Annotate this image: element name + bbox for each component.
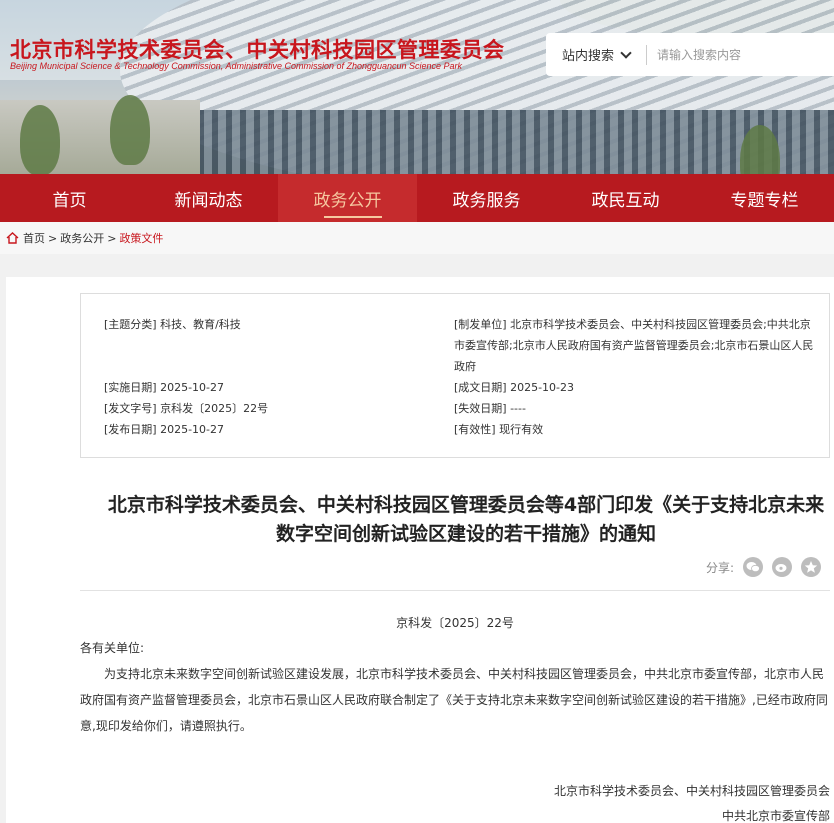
weibo-icon[interactable] (772, 557, 793, 577)
nav-item-home[interactable]: 首页 (0, 174, 139, 222)
wechat-icon[interactable] (743, 557, 764, 577)
site-subtitle: Beijing Municipal Science & Technology C… (10, 61, 463, 71)
home-icon (6, 232, 19, 244)
banner-building-facade (170, 110, 834, 174)
share-label: 分享: (706, 560, 735, 575)
meta-publish-date: [发布日期] 2025-10-27 (104, 423, 225, 436)
header-banner: 北京市科学技术委员会、中关村科技园区管理委员会 Beijing Municipa… (0, 0, 834, 174)
signatory-1: 北京市科学技术委员会、中关村科技园区管理委员会 (554, 784, 831, 798)
breadcrumb-separator: > (107, 231, 117, 245)
meta-effective-date: [实施日期] 2025-10-27 (104, 381, 225, 394)
meta-expiry-date: [失效日期] ---- (454, 402, 526, 415)
search-input[interactable] (647, 33, 834, 76)
main-content: [主题分类] 科技、教育/科技 [制发单位] 北京市科学技术委员会、中关村科技园… (6, 277, 834, 823)
body-paragraph: 为支持北京未来数字空间创新试验区建设发展，北京市科学技术委员会、中关村科技园区管… (80, 667, 828, 733)
nav-item-special-topics[interactable]: 专题专栏 (695, 174, 834, 222)
document-metadata: [主题分类] 科技、教育/科技 [制发单位] 北京市科学技术委员会、中关村科技园… (80, 293, 830, 458)
signatory-2: 中共北京市委宣传部 (722, 809, 831, 823)
nav-item-government-services[interactable]: 政务服务 (417, 174, 556, 222)
site-title[interactable]: 北京市科学技术委员会、中关村科技园区管理委员会 (10, 34, 505, 64)
nav-item-government-affairs[interactable]: 政务公开 (278, 174, 417, 222)
breadcrumb: 首页 > 政务公开 > 政策文件 (0, 222, 834, 254)
search-box: 站内搜索 (546, 33, 834, 76)
nav-item-public-interaction[interactable]: 政民互动 (556, 174, 695, 222)
breadcrumb-home[interactable]: 首页 (23, 230, 45, 246)
meta-subject-category: [主题分类] 科技、教育/科技 (104, 318, 241, 331)
main-nav: 首页 新闻动态 政务公开 政务服务 政民互动 专题专栏 (0, 174, 834, 222)
breadcrumb-policy-documents[interactable]: 政策文件 (119, 230, 163, 246)
search-scope-label: 站内搜索 (561, 49, 614, 64)
meta-validity: [有效性] 现行有效 (454, 423, 544, 436)
banner-tree (20, 105, 60, 174)
meta-doc-number: [发文字号] 京科发〔2025〕22号 (104, 402, 269, 415)
salutation: 各有关单位: (80, 641, 145, 655)
qzone-icon[interactable] (801, 557, 822, 577)
chevron-down-icon (620, 46, 632, 59)
content-divider (80, 590, 830, 591)
document-number: 京科发〔2025〕22号 (396, 616, 514, 630)
nav-item-news[interactable]: 新闻动态 (139, 174, 278, 222)
search-scope-select[interactable]: 站内搜索 (546, 33, 646, 76)
share-bar: 分享: (706, 557, 822, 577)
breadcrumb-separator: > (48, 231, 58, 245)
breadcrumb-government-affairs[interactable]: 政务公开 (60, 230, 104, 246)
article-title: 北京市科学技术委员会、中关村科技园区管理委员会等4部门印发《关于支持北京未来数字… (107, 494, 825, 545)
banner-tree (110, 95, 150, 165)
meta-created-date: [成文日期] 2025-10-23 (454, 381, 575, 394)
meta-issuing-unit: [制发单位] 北京市科学技术委员会、中关村科技园区管理委员会;中共北京市委宣传部… (454, 318, 814, 373)
